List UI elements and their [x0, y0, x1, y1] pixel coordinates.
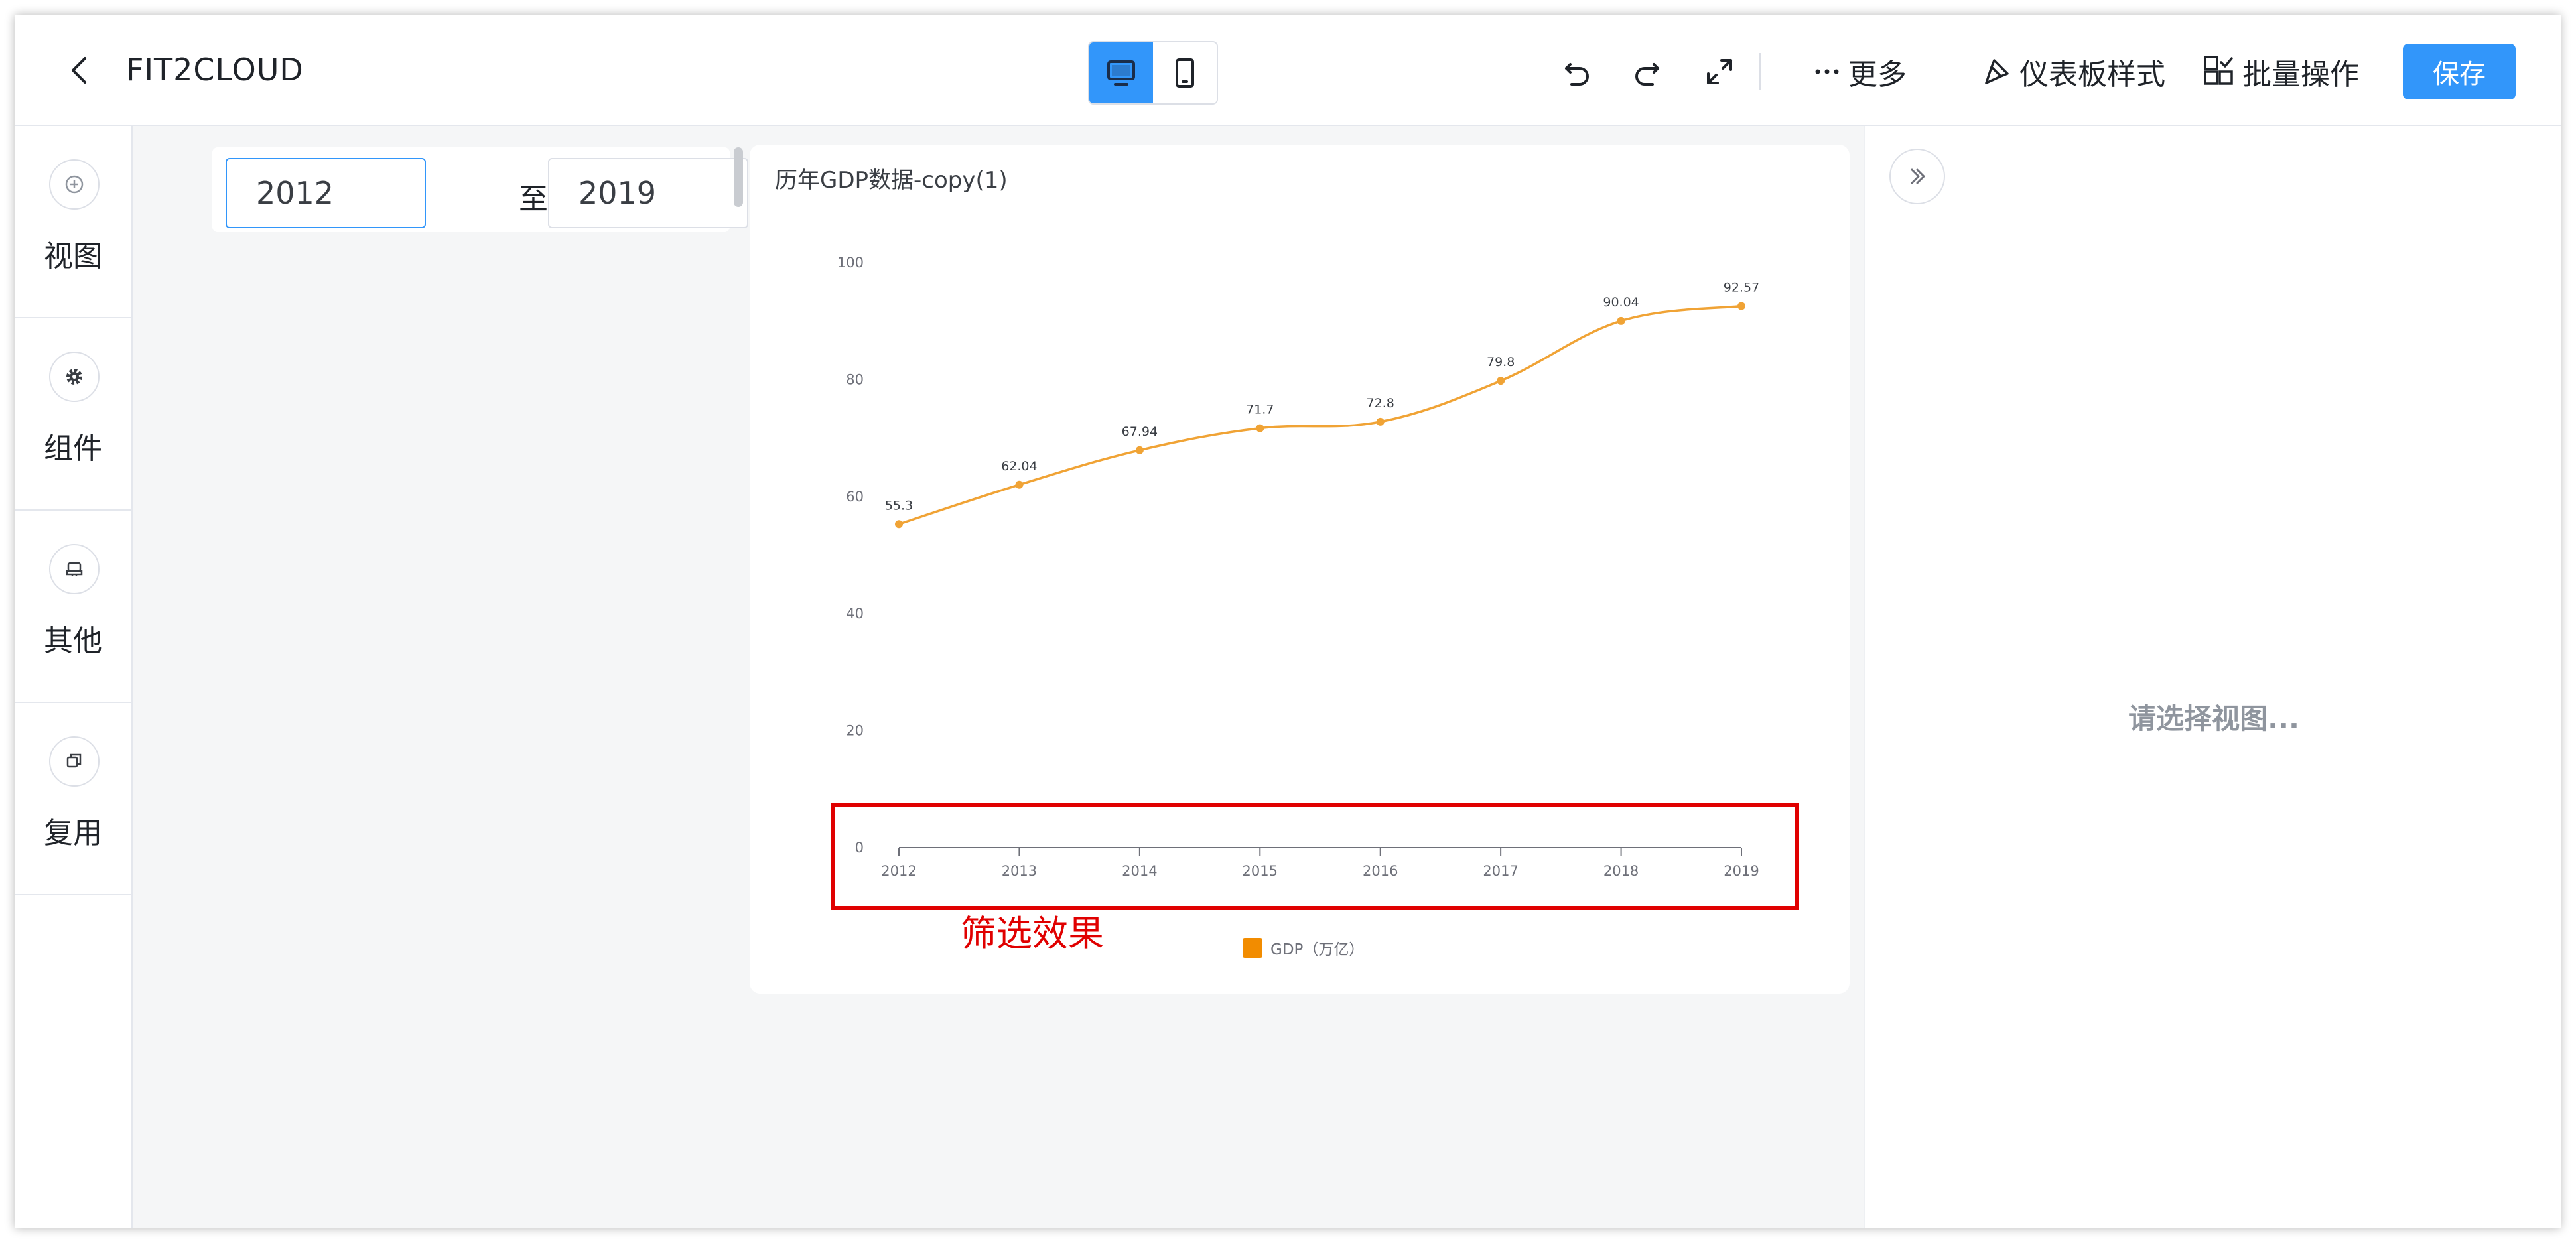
data-point[interactable] — [1497, 377, 1505, 385]
save-button[interactable]: 保存 — [2403, 44, 2516, 99]
toolbar-divider — [1759, 53, 1761, 90]
undo-icon — [1565, 63, 1589, 86]
paint-brush-icon — [1985, 59, 2009, 84]
mobile-view-button[interactable] — [1153, 42, 1217, 103]
legend-label: GDP（万亿） — [1270, 941, 1364, 958]
x-tick-label: 2016 — [1363, 863, 1398, 879]
sidebar-item-label: 视图 — [44, 239, 102, 273]
monitor-icon — [1107, 60, 1135, 86]
year-range-filter: 至 — [212, 147, 748, 232]
ellipsis-icon — [1815, 69, 1839, 74]
range-separator: 至 — [519, 182, 548, 216]
batch-operation-label: 批量操作 — [2242, 58, 2359, 92]
y-tick-label: 20 — [846, 723, 864, 739]
x-axis-ticks: 2012 2013 2014 2015 2016 2017 2018 2019 — [881, 848, 1759, 879]
stamp-icon — [66, 562, 83, 576]
chart-legend[interactable]: GDP（万亿） — [1243, 938, 1364, 958]
redo-icon — [1635, 63, 1659, 86]
data-label: 67.94 — [1122, 425, 1158, 439]
sidebar-item-component[interactable]: 组件 — [15, 318, 131, 511]
top-toolbar: FIT2CLOUD 更多 仪表板样式 批量操作 保存 — [15, 15, 2561, 126]
data-label: 72.8 — [1367, 396, 1394, 411]
batch-operation-button[interactable]: 批量操作 — [2203, 50, 2359, 93]
filter-scrollbar[interactable] — [734, 147, 743, 207]
data-point[interactable] — [1135, 446, 1144, 454]
data-point[interactable] — [1256, 424, 1264, 432]
undo-button[interactable] — [1551, 45, 1604, 98]
batch-select-icon — [2204, 56, 2233, 85]
gdp-chart-card[interactable]: 历年GDP数据-copy(1) 0 20 40 60 80 100 2012 2013 201… — [750, 145, 1850, 994]
x-tick-label: 2018 — [1603, 863, 1639, 879]
dashboard-style-label: 仪表板样式 — [2019, 58, 2165, 92]
start-year-input[interactable] — [226, 158, 426, 228]
fullscreen-button[interactable] — [1693, 45, 1746, 98]
y-tick-label: 100 — [837, 255, 864, 271]
data-point[interactable] — [1617, 316, 1625, 325]
plus-circle-icon — [65, 175, 84, 194]
data-point[interactable] — [895, 520, 903, 529]
y-tick-label: 40 — [846, 606, 864, 621]
collapse-panel-button[interactable] — [1889, 149, 1945, 204]
data-point[interactable] — [1737, 302, 1745, 310]
chevron-left-icon — [72, 57, 86, 84]
gear-icon — [66, 369, 82, 385]
properties-panel: 请选择视图... — [1864, 126, 2561, 1228]
gdp-line-chart: 020406080100 2012 2013 2014 2015 2016 2017 201… — [831, 255, 1799, 958]
x-tick-label: 2013 — [1002, 863, 1037, 879]
more-label: 更多 — [1848, 58, 1907, 92]
expand-icon — [1707, 59, 1732, 84]
double-chevron-right-icon — [1911, 168, 1925, 184]
dashboard-canvas: 至 历年GDP数据-copy(1) 020406080100 201220132… — [133, 126, 1864, 1228]
dashboard-title: FIT2CLOUD — [126, 52, 304, 88]
data-label: 79.8 — [1487, 355, 1515, 369]
data-label: 62.04 — [1001, 459, 1037, 474]
data-point[interactable] — [1015, 480, 1024, 489]
component-sidebar: 视图 组件 其他 复用 — [15, 126, 133, 1228]
series-line-gdp — [898, 304, 1742, 525]
x-tick-label: 2015 — [1243, 863, 1278, 879]
data-labels: 55.3 62.04 67.94 71.7 72.8 79.8 90.04 92.57 — [885, 281, 1759, 513]
back-button[interactable] — [53, 44, 106, 97]
sidebar-item-label: 复用 — [44, 816, 102, 850]
y-tick-label: 60 — [846, 489, 864, 505]
annotation-text: 筛选效果 — [961, 913, 1104, 954]
x-tick-label: 2017 — [1483, 863, 1518, 879]
desktop-view-button[interactable] — [1089, 42, 1153, 103]
data-points — [895, 302, 1745, 529]
empty-selection-hint: 请选择视图... — [2128, 702, 2299, 735]
copy-icon — [66, 753, 82, 768]
end-year-input[interactable] — [548, 158, 748, 228]
data-point[interactable] — [1376, 417, 1385, 426]
data-label: 92.57 — [1724, 281, 1759, 295]
sidebar-item-label: 其他 — [44, 624, 102, 658]
mobile-icon — [1176, 58, 1194, 88]
dashboard-style-button[interactable]: 仪表板样式 — [1981, 50, 2165, 93]
x-tick-label: 2012 — [881, 863, 916, 879]
y-tick-label: 0 — [855, 840, 864, 856]
data-label: 90.04 — [1603, 295, 1639, 310]
y-tick-label: 80 — [846, 371, 864, 387]
sidebar-item-reuse[interactable]: 复用 — [15, 703, 131, 895]
redo-button[interactable] — [1620, 45, 1673, 98]
data-label: 71.7 — [1246, 403, 1274, 417]
annotation-highlight-box — [831, 803, 1799, 910]
sidebar-item-view[interactable]: 视图 — [15, 126, 131, 318]
app-window: FIT2CLOUD 更多 仪表板样式 批量操作 保存 视图 组件 其他 复用 2… — [15, 15, 2561, 1228]
more-button[interactable]: 更多 — [1814, 50, 1907, 93]
sidebar-item-label: 组件 — [44, 432, 102, 466]
legend-swatch — [1243, 938, 1262, 958]
data-label: 55.3 — [885, 498, 913, 513]
device-toggle — [1088, 41, 1218, 105]
x-tick-label: 2019 — [1724, 863, 1759, 879]
sidebar-item-other[interactable]: 其他 — [15, 511, 131, 703]
x-tick-label: 2014 — [1122, 863, 1157, 879]
y-axis-ticks: 0 20 40 60 80 100 — [837, 255, 864, 856]
